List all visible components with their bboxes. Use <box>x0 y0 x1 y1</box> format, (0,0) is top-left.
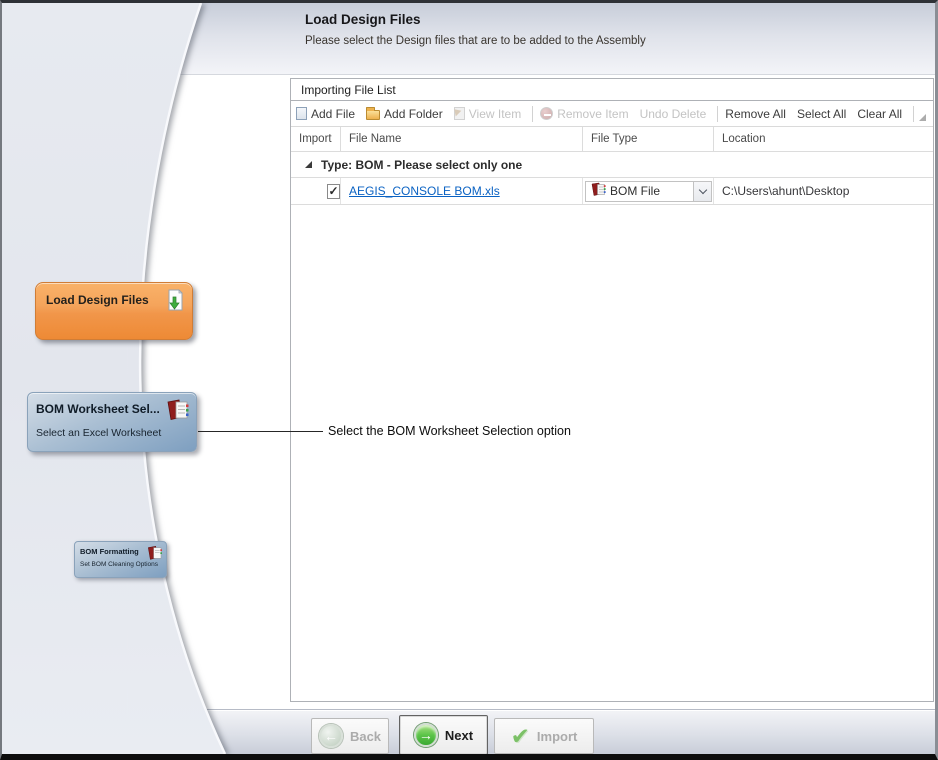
toolbar-separator <box>913 106 914 122</box>
table-row: ✓ AEGIS_CONSOLE BOM.xls <box>291 178 933 205</box>
import-button: ✔ Import <box>494 718 594 754</box>
view-item-button: View Item <box>454 107 521 121</box>
import-check-icon: ✔ <box>511 723 530 750</box>
folder-icon <box>366 110 380 120</box>
next-arrow-icon: → <box>414 723 438 747</box>
annotation-text: Select the BOM Worksheet Selection optio… <box>328 424 571 438</box>
wizard-window: Load Design Files Please select the Desi… <box>0 0 938 760</box>
red-book-icon <box>166 398 190 427</box>
next-button[interactable]: → Next <box>399 715 488 755</box>
file-type-value: BOM File <box>610 184 693 198</box>
sidebar-curve <box>2 3 238 754</box>
step-title: BOM Formatting <box>80 547 139 556</box>
red-book-icon <box>147 545 163 566</box>
step-title: Load Design Files <box>46 293 149 307</box>
undo-delete-label: Undo Delete <box>640 107 707 121</box>
back-button: ← Back <box>311 718 389 754</box>
importing-file-list-panel: Importing File List Add File Add Folder … <box>290 78 934 702</box>
select-all-button[interactable]: Select All <box>797 107 846 121</box>
back-arrow-icon: ← <box>319 724 343 748</box>
file-icon <box>296 107 307 120</box>
import-checkbox[interactable]: ✓ <box>327 184 340 199</box>
red-book-icon <box>591 182 606 200</box>
file-name-link[interactable]: AEGIS_CONSOLE BOM.xls <box>349 184 500 198</box>
back-label: Back <box>350 729 381 744</box>
toolbar: Add File Add Folder View Item Remove Ite… <box>291 101 933 127</box>
step-subtitle: Select an Excel Worksheet <box>36 427 161 439</box>
remove-item-button: Remove Item <box>540 107 628 121</box>
panel-title: Importing File List <box>291 79 933 101</box>
remove-all-label: Remove All <box>725 107 786 121</box>
step-load-design-files[interactable]: Load Design Files <box>35 282 193 340</box>
chevron-down-icon <box>698 185 706 193</box>
remove-circle-icon <box>540 107 553 120</box>
export-file-icon <box>164 289 184 318</box>
page-subtitle: Please select the Design files that are … <box>305 35 646 47</box>
column-header-file-type[interactable]: File Type <box>583 127 714 151</box>
view-item-label: View Item <box>469 107 521 121</box>
page-title: Load Design Files <box>305 12 421 27</box>
combo-dropdown-button[interactable] <box>693 182 711 201</box>
view-file-icon <box>454 107 465 120</box>
group-label: Type: BOM - Please select only one <box>321 158 522 172</box>
add-file-label: Add File <box>311 107 355 121</box>
group-expander-icon[interactable] <box>305 161 312 168</box>
file-location: C:\Users\ahunt\Desktop <box>722 184 849 198</box>
next-label: Next <box>445 728 473 743</box>
toolbar-separator <box>532 106 533 122</box>
import-label: Import <box>537 729 577 744</box>
step-bom-worksheet-selection[interactable]: BOM Worksheet Sel... Select an Excel Wor… <box>27 392 197 452</box>
step-title: BOM Worksheet Sel... <box>36 402 160 416</box>
toolbar-resize-grip-icon[interactable] <box>919 114 926 121</box>
column-header-file-name[interactable]: File Name <box>341 127 583 151</box>
remove-all-button[interactable]: Remove All <box>725 107 786 121</box>
toolbar-separator <box>717 106 718 122</box>
column-header-import[interactable]: Import <box>291 127 341 151</box>
remove-item-label: Remove Item <box>557 107 628 121</box>
clear-all-button[interactable]: Clear All <box>857 107 902 121</box>
group-row[interactable]: Type: BOM - Please select only one <box>291 152 933 178</box>
annotation-line <box>198 431 323 432</box>
clear-all-label: Clear All <box>857 107 902 121</box>
column-header-location[interactable]: Location <box>714 127 933 151</box>
step-bom-formatting[interactable]: BOM Formatting Set BOM Cleaning Options <box>74 541 167 578</box>
table-empty-area <box>291 205 933 701</box>
add-folder-button[interactable]: Add Folder <box>366 107 443 121</box>
add-file-button[interactable]: Add File <box>296 107 355 121</box>
file-type-combobox[interactable]: BOM File <box>585 181 712 202</box>
checkmark-icon: ✓ <box>328 185 338 197</box>
table-header: Import File Name File Type Location <box>291 127 933 152</box>
add-folder-label: Add Folder <box>384 107 443 121</box>
undo-delete-button: Undo Delete <box>640 107 707 121</box>
select-all-label: Select All <box>797 107 846 121</box>
